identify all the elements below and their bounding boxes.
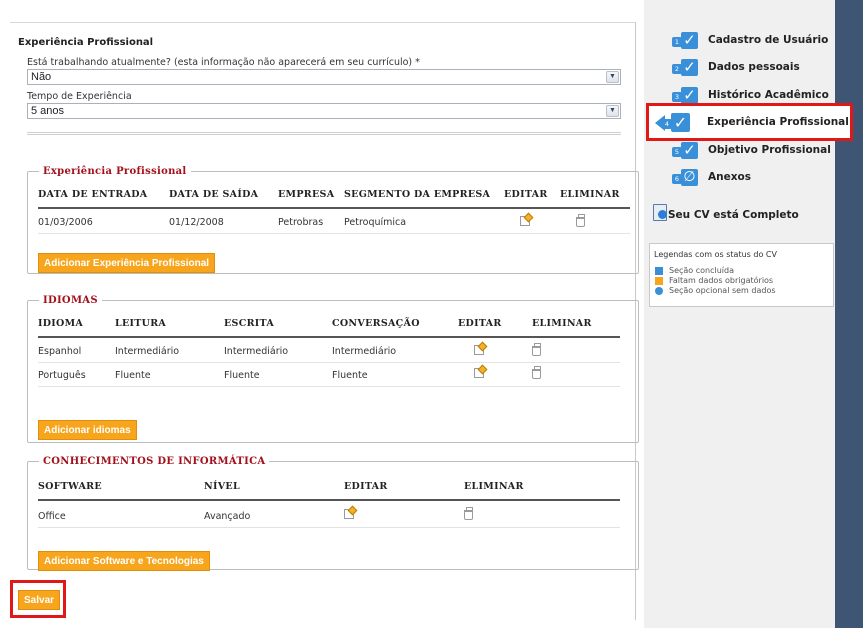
header-divider	[38, 207, 630, 209]
col-header: EMPRESA	[278, 189, 335, 200]
save-button[interactable]: Salvar	[18, 590, 61, 610]
empty-circle-icon: ∅	[681, 169, 698, 186]
legend-text: Seção concluída	[669, 266, 734, 275]
col-header: ESCRITA	[224, 318, 275, 329]
cv-complete-label: Seu CV está Completo	[668, 209, 799, 221]
experience-section-title: Experiência Profissional	[43, 166, 187, 177]
cell-writing: Intermediário	[224, 346, 289, 357]
trash-icon[interactable]	[532, 366, 541, 379]
software-section: CONHECIMENTOS DE INFORMÁTICA SOFTWARE NÍ…	[27, 456, 639, 571]
header-divider	[38, 336, 620, 338]
trash-icon[interactable]	[532, 343, 541, 356]
experience-section: Experiência Profissional DATA DE ENTRADA…	[27, 166, 639, 274]
col-header: ELIMINAR	[464, 481, 524, 492]
experience-time-label: Tempo de Experiência	[27, 91, 132, 102]
col-header: IDIOMA	[38, 318, 84, 329]
col-header: SEGMENTO DA EMPRESA	[344, 189, 491, 200]
cell-end-date: 01/12/2008	[169, 217, 224, 228]
languages-section-title: IDIOMAS	[43, 295, 98, 306]
software-section-title: CONHECIMENTOS DE INFORMÁTICA	[43, 456, 266, 467]
document-icon	[653, 204, 667, 221]
col-header: ELIMINAR	[560, 189, 620, 200]
empty-circle-icon	[655, 287, 663, 295]
sidebar-edge	[835, 0, 863, 628]
check-icon: ✓	[681, 59, 698, 76]
legend-text: Seção opcional sem dados	[669, 286, 776, 295]
sidebar-item-experiencia[interactable]: 4 ✓ Experiência Profissional	[646, 103, 853, 141]
row-divider	[38, 527, 620, 528]
row-divider	[38, 362, 620, 363]
cell-software: Office	[38, 511, 66, 522]
header-divider	[38, 499, 620, 501]
check-icon	[655, 267, 663, 275]
sidebar-item-label: Experiência Profissional	[707, 116, 849, 128]
edit-icon[interactable]	[474, 345, 484, 355]
page-title: Experiência Profissional	[18, 37, 154, 48]
warning-square-icon	[655, 277, 663, 285]
sidebar-item-label: Objetivo Profissional	[708, 144, 831, 156]
chevron-down-icon[interactable]: ▼	[606, 105, 619, 117]
working-question: Está trabalhando atualmente? (esta infor…	[27, 57, 621, 85]
experience-time-select[interactable]: 5 anos ▼	[27, 103, 621, 119]
col-header: DATA DE ENTRADA	[38, 189, 148, 200]
cell-speaking: Fluente	[332, 370, 368, 381]
col-header: LEITURA	[115, 318, 167, 329]
col-header: CONVERSAÇÃO	[332, 318, 420, 329]
cell-language: Português	[38, 370, 86, 381]
languages-section: IDIOMAS IDIOMA LEITURA ESCRITA CONVERSAÇ…	[27, 295, 639, 443]
divider	[27, 132, 621, 133]
add-experience-button[interactable]: Adicionar Experiência Profissional	[38, 253, 216, 273]
check-icon: ✓	[671, 113, 690, 132]
cell-level: Avançado	[204, 511, 251, 522]
cell-segment: Petroquímica	[344, 217, 407, 228]
working-select[interactable]: Não ▼	[27, 69, 621, 85]
cell-reading: Fluente	[115, 370, 151, 381]
sidebar-item-label: Cadastro de Usuário	[708, 34, 829, 46]
trash-icon[interactable]	[464, 507, 473, 520]
working-select-value: Não	[31, 71, 52, 83]
experience-time-question: Tempo de Experiência 5 anos ▼	[27, 91, 621, 119]
working-question-label: Está trabalhando atualmente? (esta infor…	[27, 57, 420, 68]
cell-company: Petrobras	[278, 217, 324, 228]
row-divider	[38, 386, 620, 387]
chevron-down-icon[interactable]: ▼	[606, 71, 619, 83]
check-icon: ✓	[681, 142, 698, 159]
col-header: EDITAR	[504, 189, 548, 200]
cell-speaking: Intermediário	[332, 346, 397, 357]
col-header: DATA DE SAÍDA	[169, 189, 259, 200]
sidebar-item-label: Anexos	[708, 171, 751, 183]
cell-language: Espanhol	[38, 346, 82, 357]
col-header: EDITAR	[458, 318, 502, 329]
divider	[27, 134, 621, 135]
edit-icon[interactable]	[520, 216, 530, 226]
edit-icon[interactable]	[474, 368, 484, 378]
legend-text: Faltam dados obrigatórios	[669, 276, 774, 285]
check-icon: ✓	[681, 87, 698, 104]
add-languages-button[interactable]: Adicionar idiomas	[38, 420, 137, 440]
row-divider	[38, 233, 630, 234]
col-header: EDITAR	[344, 481, 388, 492]
col-header: ELIMINAR	[532, 318, 592, 329]
col-header: SOFTWARE	[38, 481, 102, 492]
sidebar-item-label: Dados pessoais	[708, 61, 800, 73]
legend-title: Legendas com os status do CV	[654, 250, 777, 259]
status-legend: Legendas com os status do CV Seção concl…	[649, 243, 834, 307]
edit-icon[interactable]	[344, 509, 354, 519]
main-panel: Experiência Profissional Está trabalhand…	[10, 22, 639, 620]
trash-icon[interactable]	[576, 214, 585, 227]
cell-start-date: 01/03/2006	[38, 217, 93, 228]
cell-reading: Intermediário	[115, 346, 180, 357]
col-header: NÍVEL	[204, 481, 240, 492]
sidebar: 1 ✓ Cadastro de Usuário 2 ✓ Dados pessoa…	[644, 0, 835, 628]
cell-writing: Fluente	[224, 370, 260, 381]
experience-time-value: 5 anos	[31, 105, 65, 117]
check-icon: ✓	[681, 32, 698, 49]
add-software-button[interactable]: Adicionar Software e Tecnologias	[38, 551, 210, 571]
sidebar-item-label: Histórico Acadêmico	[708, 89, 829, 101]
save-highlight: Salvar	[10, 580, 66, 618]
